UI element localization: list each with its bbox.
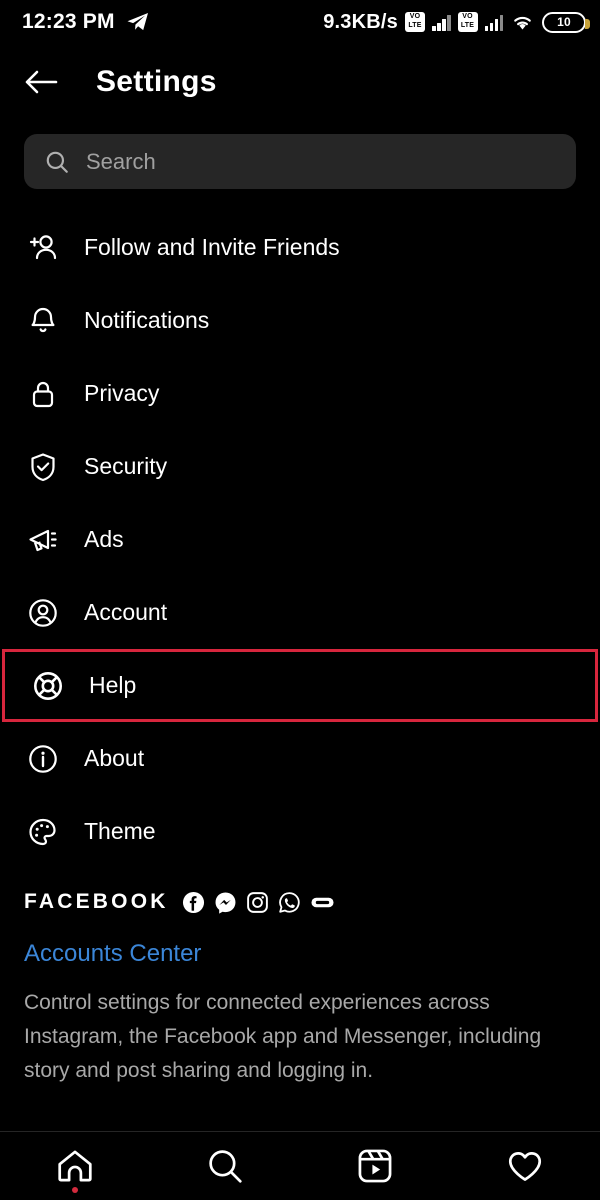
lifebuoy-icon: [29, 667, 67, 705]
nav-item-home[interactable]: [40, 1132, 110, 1200]
settings-item-label: Account: [84, 599, 168, 625]
battery-level: 10: [557, 15, 571, 29]
telegram-icon: [126, 10, 150, 34]
settings-item-label: Ads: [84, 526, 124, 552]
instagram-settings-screen: 12:23 PM 9.3KB/s VO LTE VO LTE 10 Settin…: [0, 0, 600, 1200]
settings-item-theme[interactable]: Theme: [0, 795, 600, 868]
facebook-section: FACEBOOK Accounts Center Control setting…: [0, 868, 600, 1088]
settings-item-label: Privacy: [84, 380, 160, 406]
search-section: Search: [0, 120, 600, 189]
accounts-center-link[interactable]: Accounts Center: [24, 940, 201, 968]
settings-item-label: Security: [84, 453, 168, 479]
home-icon: [55, 1146, 95, 1186]
status-bar-left: 12:23 PM: [22, 10, 150, 34]
settings-item-security[interactable]: Security: [0, 430, 600, 503]
settings-list: Follow and Invite Friends Notifications …: [0, 211, 600, 868]
settings-item-label: Help: [89, 672, 137, 698]
wifi-icon: [510, 12, 535, 32]
nav-item-search[interactable]: [190, 1132, 260, 1200]
page-header: Settings: [0, 44, 600, 120]
megaphone-icon: [24, 521, 62, 559]
signal-bars-2: [484, 14, 503, 31]
settings-item-label: Theme: [84, 818, 156, 844]
search-icon: [44, 149, 70, 175]
status-time: 12:23 PM: [22, 10, 115, 33]
page-title: Settings: [96, 65, 217, 98]
settings-item-account[interactable]: Account: [0, 576, 600, 649]
settings-item-ads[interactable]: Ads: [0, 503, 600, 576]
settings-item-label: Notifications: [84, 307, 210, 333]
network-speed: 9.3KB/s: [323, 10, 398, 33]
back-arrow-icon[interactable]: [24, 68, 58, 96]
account-circle-icon: [24, 594, 62, 632]
volte-badge-1: VO LTE: [405, 12, 425, 32]
battery-indicator: 10: [542, 11, 590, 33]
nav-item-activity[interactable]: [490, 1132, 560, 1200]
accounts-center-description: Control settings for connected experienc…: [24, 991, 542, 1082]
settings-item-privacy[interactable]: Privacy: [0, 357, 600, 430]
facebook-wordmark: FACEBOOK: [24, 890, 169, 913]
reels-icon: [355, 1146, 395, 1186]
bottom-navigation-bar: [0, 1132, 600, 1200]
instagram-icon: [246, 891, 269, 914]
settings-item-help[interactable]: Help: [2, 649, 598, 722]
settings-item-about[interactable]: About: [0, 722, 600, 795]
facebook-brand-header: FACEBOOK: [24, 890, 576, 914]
whatsapp-icon: [278, 891, 301, 914]
volte-badge-2: VO LTE: [457, 12, 478, 32]
settings-item-label: About: [84, 745, 145, 771]
settings-item-follow-and-invite-friends[interactable]: Follow and Invite Friends: [0, 211, 600, 284]
portal-icon: [310, 891, 335, 914]
search-placeholder: Search: [86, 148, 156, 174]
status-bar-right: 9.3KB/s VO LTE VO LTE 10: [323, 10, 590, 34]
lock-icon: [24, 375, 62, 413]
facebook-icon: [182, 891, 205, 914]
person-add-icon: [24, 229, 62, 267]
home-badge-dot: [72, 1187, 78, 1193]
settings-item-notifications[interactable]: Notifications: [0, 284, 600, 357]
info-circle-icon: [24, 740, 62, 778]
heart-icon: [505, 1146, 545, 1186]
facebook-brand-icons: [182, 891, 335, 914]
messenger-icon: [214, 891, 237, 914]
status-bar: 12:23 PM 9.3KB/s VO LTE VO LTE 10: [0, 0, 600, 44]
bell-icon: [24, 302, 62, 340]
search-nav-icon: [205, 1146, 245, 1186]
shield-check-icon: [24, 448, 62, 486]
settings-item-label: Follow and Invite Friends: [84, 234, 340, 260]
palette-icon: [24, 813, 62, 851]
search-input[interactable]: Search: [24, 134, 576, 189]
nav-item-reels[interactable]: [340, 1132, 410, 1200]
signal-bars-1: [432, 14, 451, 31]
